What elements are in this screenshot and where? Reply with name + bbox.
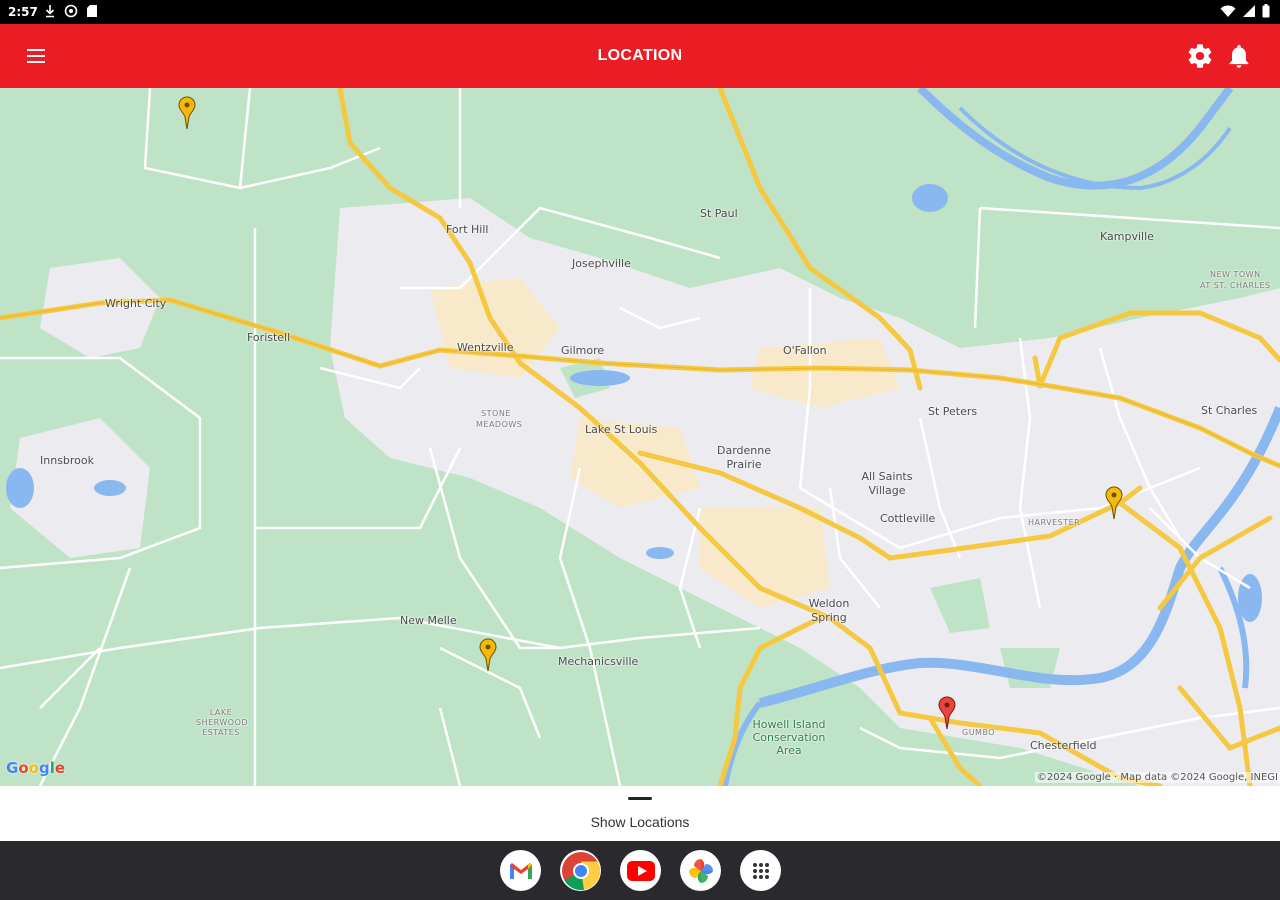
map-label-st-charles: St Charles — [1201, 404, 1258, 417]
app-drawer[interactable] — [740, 850, 781, 891]
map-label-stone-meadows: STONE MEADOWS — [476, 409, 523, 429]
map-view[interactable]: Fort Hill St Paul Kampville Josephville … — [0, 88, 1280, 786]
bottom-sheet[interactable]: Show Locations — [0, 786, 1280, 841]
show-locations-label[interactable]: Show Locations — [0, 814, 1280, 830]
app-drawer-icon — [752, 862, 769, 879]
status-bar: 2:57 — [0, 0, 1280, 24]
map-label-lake-st-louis: Lake St Louis — [585, 423, 658, 436]
vpn-icon — [64, 4, 78, 18]
taskbar — [0, 841, 1280, 900]
map-label-gumbo: GUMBO — [962, 728, 996, 737]
sd-card-icon — [87, 5, 97, 17]
map-label-innsbrook: Innsbrook — [40, 454, 95, 467]
wifi-icon — [1220, 5, 1236, 17]
google-logo: Google — [6, 759, 66, 777]
map-pin[interactable] — [1105, 486, 1123, 520]
map-pin[interactable] — [178, 96, 196, 130]
photos-icon — [688, 858, 713, 883]
notifications-button[interactable] — [1225, 42, 1253, 70]
map-label-new-melle: New Melle — [400, 614, 457, 627]
map-label-mechanicsville: Mechanicsville — [558, 655, 639, 668]
map-label-josephville: Josephville — [572, 257, 631, 270]
signal-icon — [1243, 5, 1255, 17]
menu-button[interactable] — [22, 42, 50, 70]
map-label-harvester: HARVESTER — [1028, 518, 1081, 527]
map-label-weldon-spring: Weldon Spring — [808, 597, 850, 624]
map-label-st-peters: St Peters — [928, 405, 978, 418]
map-label-lake-sherwood-estates: LAKE SHERWOOD ESTATES — [196, 708, 249, 737]
youtube-app[interactable] — [620, 850, 661, 891]
settings-icon — [1188, 44, 1212, 68]
photos-app[interactable] — [680, 850, 721, 891]
map-label-howell-island: Howell Island Conservation Area — [752, 718, 826, 757]
map-label-dardenne-prairie: Dardenne Prairie — [716, 444, 771, 471]
app-bar: LOCATION — [0, 24, 1280, 88]
map-label-cottleville: Cottleville — [880, 512, 936, 525]
battery-icon — [1262, 4, 1270, 18]
map-attribution[interactable]: ©2024 Google · Map data ©2024 Google, IN… — [1034, 772, 1280, 783]
map-canvas — [0, 88, 1280, 786]
map-label-fort-hill: Fort Hill — [446, 223, 489, 236]
chrome-app[interactable] — [560, 850, 601, 891]
map-pin-selected[interactable] — [938, 696, 956, 730]
status-time: 2:57 — [8, 5, 38, 19]
app-dock — [500, 850, 781, 891]
gmail-app[interactable] — [500, 850, 541, 891]
map-label-all-saints-village: All Saints Village — [861, 470, 913, 497]
page-title: LOCATION — [597, 47, 683, 64]
map-label-wentzville: Wentzville — [457, 341, 514, 354]
map-label-wright-city: Wright City — [105, 297, 167, 310]
map-label-foristell: Foristell — [247, 331, 291, 344]
youtube-icon — [626, 860, 655, 881]
map-label-chesterfield: Chesterfield — [1030, 739, 1097, 752]
map-label-gilmore: Gilmore — [561, 344, 605, 357]
gmail-icon — [509, 862, 532, 879]
map-label-new-town: NEW TOWN — [1210, 270, 1261, 279]
map-label-st-paul: St Paul — [700, 207, 738, 220]
drag-handle[interactable] — [628, 797, 652, 800]
map-label-ofallon: O'Fallon — [783, 344, 827, 357]
map-label-at-st-charles: AT ST. CHARLES — [1200, 281, 1271, 290]
download-icon — [45, 5, 55, 18]
map-pin[interactable] — [479, 638, 497, 672]
settings-button[interactable] — [1186, 42, 1214, 70]
notifications-icon — [1229, 44, 1249, 68]
menu-icon — [27, 49, 45, 63]
map-label-kampville: Kampville — [1100, 230, 1154, 243]
chrome-icon — [561, 851, 600, 890]
